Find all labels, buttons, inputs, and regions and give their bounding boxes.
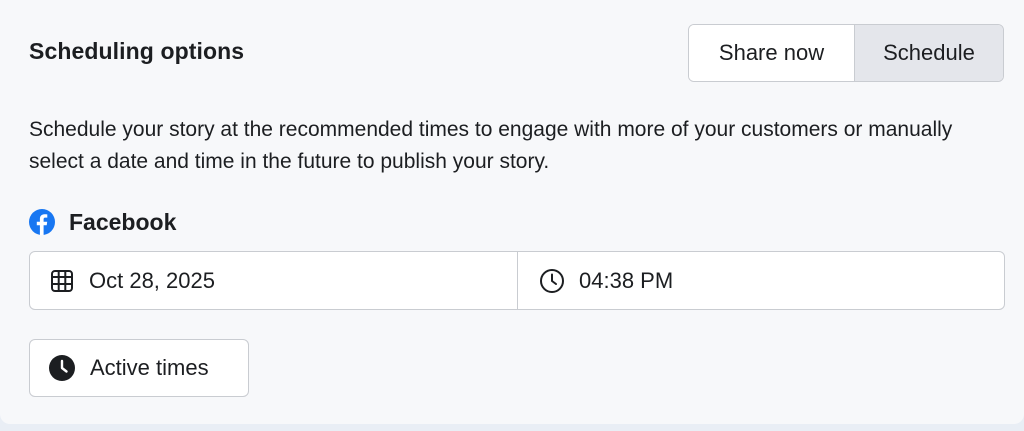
time-value: 04:38 PM: [579, 267, 674, 293]
schedule-datetime-picker: Oct 28, 2025 04:38 PM: [29, 251, 1005, 310]
facebook-icon: [29, 209, 55, 235]
date-value: Oct 28, 2025: [89, 267, 215, 293]
calendar-icon: [49, 268, 75, 294]
clock-icon: [539, 268, 565, 294]
scheduling-options-panel: Scheduling options Share now Schedule Sc…: [0, 0, 1024, 424]
platform-header: Facebook: [29, 207, 176, 237]
section-description: Schedule your story at the recommended t…: [29, 118, 953, 173]
clock-filled-icon: [48, 354, 76, 382]
time-picker-field[interactable]: 04:38 PM: [518, 252, 1004, 309]
share-now-button[interactable]: Share now: [689, 25, 855, 81]
share-mode-toggle: Share now Schedule: [688, 24, 1004, 82]
section-title: Scheduling options: [29, 38, 245, 64]
active-times-button[interactable]: Active times: [29, 339, 249, 397]
active-times-label: Active times: [90, 355, 209, 380]
date-picker-field[interactable]: Oct 28, 2025: [30, 252, 518, 309]
platform-label: Facebook: [69, 208, 177, 235]
schedule-button[interactable]: Schedule: [855, 25, 1003, 81]
